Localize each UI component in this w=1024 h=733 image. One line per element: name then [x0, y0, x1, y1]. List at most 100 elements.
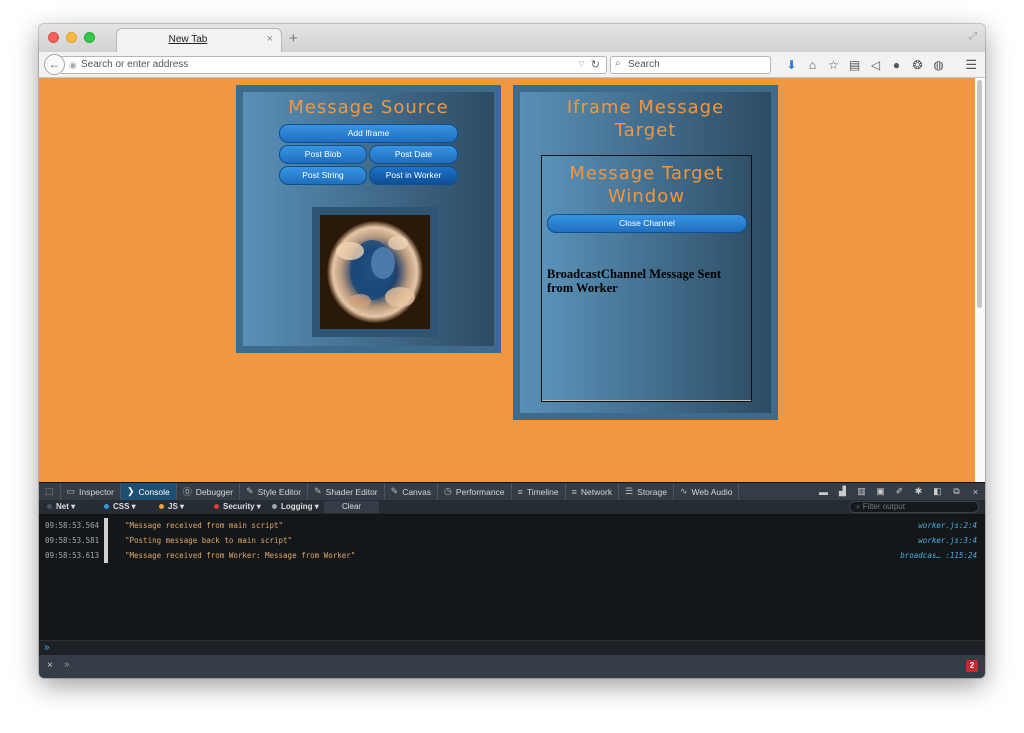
- message-source-inner: Message Source Add Iframe Post Blob Post…: [243, 92, 494, 346]
- broadcast-message-text: BroadcastChannel Message Sent from Worke…: [547, 267, 722, 295]
- close-devtools-icon[interactable]: ×: [966, 487, 985, 497]
- target-window-border: [542, 400, 751, 401]
- tab-timeline[interactable]: ≡ Timeline: [512, 483, 566, 500]
- chat-icon[interactable]: ◍: [928, 57, 949, 73]
- tab-performance-label: Performance: [455, 486, 505, 497]
- network-icon: ≡: [571, 486, 577, 497]
- minimize-window-button[interactable]: [66, 32, 77, 43]
- bookmark-star-icon[interactable]: ☆: [823, 57, 844, 73]
- clear-console-button[interactable]: Clear: [324, 501, 379, 513]
- extension-icon[interactable]: ❂: [907, 57, 928, 73]
- tab-storage[interactable]: ☰ Storage: [619, 483, 674, 500]
- console-source-link[interactable]: broadcas… :115:24: [900, 548, 977, 563]
- window-controls: [48, 32, 95, 43]
- tab-debugger[interactable]: ⓪ Debugger: [177, 483, 241, 500]
- page-scrollbar[interactable]: [975, 78, 985, 482]
- search-placeholder: Search: [628, 59, 660, 70]
- js-dot-icon: [159, 504, 164, 510]
- scratchpad-icon[interactable]: ▥: [852, 486, 871, 497]
- canvas-icon: ✎: [390, 486, 399, 496]
- zoom-window-button[interactable]: [84, 32, 95, 43]
- screenshot-icon[interactable]: ▣: [871, 486, 890, 497]
- console-input[interactable]: »: [39, 640, 985, 655]
- url-bar[interactable]: ◉ Search or enter address ▽ ↻: [61, 56, 607, 74]
- target-window-title: Message Target Window: [569, 163, 724, 207]
- tab-debugger-label: Debugger: [195, 486, 234, 497]
- filter-security-label: Security: [223, 502, 255, 511]
- tab-style-editor[interactable]: ✎ Style Editor: [240, 483, 309, 500]
- download-icon[interactable]: ⬇: [781, 57, 802, 73]
- tab-close-icon[interactable]: ×: [267, 33, 273, 45]
- post-string-button[interactable]: Post String: [279, 166, 367, 185]
- filter-net-button[interactable]: Net ▾: [47, 502, 75, 511]
- back-button[interactable]: ←: [44, 54, 65, 75]
- undock-icon[interactable]: ⧉: [947, 486, 966, 497]
- console-source-link[interactable]: worker.js:3:4: [918, 533, 977, 548]
- close-window-button[interactable]: [48, 32, 59, 43]
- filter-js-button[interactable]: JS ▾: [159, 502, 184, 511]
- tab-shader-editor[interactable]: ✎ Shader Editor: [308, 483, 385, 500]
- error-count-badge[interactable]: 2: [966, 660, 978, 672]
- console-source-link[interactable]: worker.js:2:4: [918, 518, 977, 533]
- settings-gear-icon[interactable]: ✱: [909, 486, 928, 497]
- message-source-panel: Message Source Add Iframe Post Blob Post…: [236, 85, 501, 353]
- post-date-button[interactable]: Post Date: [369, 145, 458, 164]
- tab-web-audio[interactable]: ∿ Web Audio: [674, 483, 740, 500]
- pick-element-button[interactable]: ⬚: [39, 483, 61, 500]
- page-scrollbar-thumb[interactable]: [977, 80, 982, 308]
- filter-output-input[interactable]: ⌕ Filter output: [849, 501, 979, 513]
- new-tab-button[interactable]: +: [289, 30, 298, 47]
- tab-inspector-label: Inspector: [79, 486, 114, 497]
- tab-network[interactable]: ≡ Network: [566, 483, 620, 500]
- tab-canvas-label: Canvas: [402, 486, 432, 497]
- console-timestamp: 09:58:53.581: [45, 536, 100, 545]
- post-blob-button[interactable]: Post Blob: [279, 145, 367, 164]
- tab-inspector[interactable]: ▭ Inspector: [61, 483, 121, 500]
- console-prompt-icon: »: [44, 642, 50, 653]
- net-dot-icon: [47, 504, 52, 510]
- console-row: 09:58:53.581 "Posting message back to ma…: [39, 533, 985, 548]
- reading-list-icon[interactable]: ▤: [844, 57, 865, 73]
- responsive-design-icon[interactable]: ▟: [833, 486, 852, 497]
- tab-console[interactable]: ❯ Console: [121, 483, 177, 500]
- console-output: 09:58:53.564 "Message received from main…: [39, 515, 985, 640]
- message-source-title: Message Source: [288, 97, 449, 118]
- add-iframe-button[interactable]: Add Iframe: [279, 124, 458, 143]
- split-console-icon[interactable]: ▬: [814, 487, 833, 497]
- earth-painting-image: [320, 215, 430, 329]
- console-message: "Posting message back to main script": [125, 536, 293, 545]
- reload-icon[interactable]: ↻: [591, 58, 600, 71]
- console-filter-bar: Net ▾ CSS ▾ JS ▾ Security ▾ Logging ▾ Cl…: [39, 500, 985, 515]
- console-message: "Message received from Worker: Message f…: [125, 551, 356, 560]
- dock-side-icon[interactable]: ◧: [928, 486, 947, 497]
- tab-storage-label: Storage: [637, 486, 667, 497]
- console-row: 09:58:53.613 "Message received from Work…: [39, 548, 985, 563]
- browser-window: New Tab × + ⤢ ◉ Search or enter address …: [39, 24, 985, 678]
- filter-security-button[interactable]: Security ▾: [214, 502, 261, 511]
- back-arrow-icon: ←: [48, 57, 61, 71]
- fullscreen-icon[interactable]: ⤢: [969, 31, 977, 42]
- eyedropper-icon[interactable]: ✐: [890, 486, 909, 497]
- chevron-right-icon[interactable]: »: [64, 659, 70, 670]
- hamburger-menu-icon[interactable]: ☰: [965, 57, 977, 73]
- filter-output-placeholder: Filter output: [862, 502, 905, 511]
- tab-canvas[interactable]: ✎ Canvas: [385, 483, 439, 500]
- search-bar[interactable]: ⌕ Search: [610, 56, 771, 74]
- iframe-target-title: Iframe Message Target: [566, 97, 725, 141]
- home-icon[interactable]: ⌂: [802, 57, 823, 73]
- tab-title: New Tab: [168, 34, 208, 45]
- tab-new-tab[interactable]: New Tab ×: [116, 28, 282, 52]
- pocket-icon[interactable]: ◁: [865, 57, 886, 73]
- close-channel-button[interactable]: Close Channel: [547, 214, 747, 233]
- tab-performance[interactable]: ◷ Performance: [438, 483, 512, 500]
- url-dropdown-icon[interactable]: ▽: [579, 60, 584, 68]
- web-audio-icon: ∿: [679, 486, 688, 496]
- tab-network-label: Network: [580, 486, 613, 497]
- extension-icon[interactable]: ●: [886, 57, 907, 73]
- console-row: 09:58:53.564 "Message received from main…: [39, 518, 985, 533]
- style-editor-icon: ✎: [246, 486, 254, 496]
- filter-logging-button[interactable]: Logging ▾: [272, 502, 319, 511]
- post-in-worker-button[interactable]: Post in Worker: [369, 166, 458, 185]
- filter-css-button[interactable]: CSS ▾: [104, 502, 136, 511]
- close-icon[interactable]: ×: [47, 660, 53, 671]
